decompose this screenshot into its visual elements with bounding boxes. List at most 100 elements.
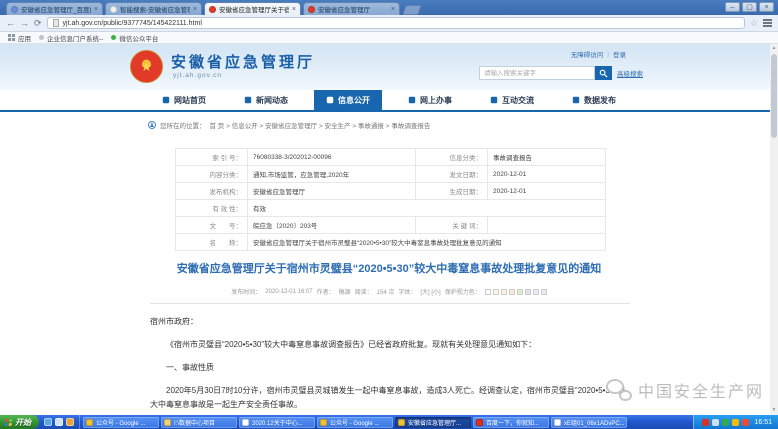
tab-close-icon[interactable]: × <box>94 6 98 13</box>
task-label: 公众号 - Google ... <box>96 418 145 427</box>
author-label: 作者： <box>317 287 335 296</box>
taskbar-task-button[interactable]: 百度一下，你就知... <box>473 417 549 428</box>
maximize-button[interactable]: ▢ <box>742 2 757 12</box>
meta-value: 2020-12-01 <box>488 166 606 183</box>
task-label: 公众号 - Google ... <box>330 418 379 427</box>
wechat-icon <box>606 379 632 401</box>
url-field[interactable]: yjt.ah.gov.cn/public/9377745/145422111.h… <box>47 17 745 29</box>
tab-close-icon[interactable]: × <box>193 6 197 13</box>
start-button[interactable]: 开始 <box>0 415 39 429</box>
tab-title: 安徽省应急管理厅_百度搜 <box>21 4 91 14</box>
breadcrumb-path[interactable]: 首 页 > 信息公开 > 安徽省应急管理厅 > 安全生产 > 事故通报 > 事故… <box>210 120 431 130</box>
task-label: xE组01_06x1ADvPC... <box>564 418 624 427</box>
nav-item[interactable]: 数据发布 <box>560 90 628 110</box>
watermark: 中国安全生产网 <box>606 378 764 402</box>
meta-value: 事故调查报告 <box>488 149 606 166</box>
meta-table-body: 索 引 号： 76080338-3/202012-00096 信息分类： 事故调… <box>176 149 606 251</box>
nav-item[interactable]: 信息公开 <box>314 90 382 110</box>
browser-tab[interactable]: 安徽省应急管理厅关于宿 × <box>204 2 301 15</box>
nav-item[interactable]: 网上办事 <box>396 90 464 110</box>
eye-color-swatch[interactable] <box>525 289 531 295</box>
tab-title: 安徽省应急管理厅 <box>318 4 388 14</box>
scroll-up-icon[interactable]: ▲ <box>770 44 778 53</box>
tab-close-icon[interactable]: × <box>292 6 296 13</box>
site-domain: yjt.ah.gov.cn <box>173 72 222 79</box>
forward-icon[interactable]: → <box>20 19 29 28</box>
input-method-icon[interactable] <box>732 419 739 426</box>
eye-color-swatch[interactable] <box>517 289 523 295</box>
scroll-down-icon[interactable]: ▼ <box>770 406 778 415</box>
page-scrollbar[interactable]: ▲ ▼ <box>770 44 778 415</box>
news-icon <box>244 96 252 104</box>
font-size-buttons[interactable]: [大] [小] <box>420 287 440 296</box>
minimize-button[interactable]: – <box>725 2 740 12</box>
volume-icon[interactable] <box>712 419 719 426</box>
browser-menu-icon[interactable] <box>763 19 772 27</box>
tab-close-icon[interactable]: × <box>391 6 395 13</box>
meta-value: 76080338-3/202012-00096 <box>248 149 416 166</box>
accessibility-link[interactable]: 无障碍访问 <box>571 49 604 59</box>
browser-tab[interactable]: 安徽省应急管理厅_百度搜 × <box>6 2 103 15</box>
eye-color-swatch[interactable] <box>493 289 499 295</box>
meta-value: 安徽省应急管理厅关于宿州市灵璧县“2020•5•30”较大中毒窒息事故处理批复意… <box>248 234 606 251</box>
author: 稿源 <box>339 287 351 296</box>
eye-color-swatch[interactable] <box>509 289 515 295</box>
search-button[interactable] <box>595 66 612 80</box>
eye-color-swatch[interactable] <box>501 289 507 295</box>
back-icon[interactable]: ← <box>6 19 15 28</box>
location-person-icon: ♟ <box>148 121 156 129</box>
meta-row: 文 号： 皖应急〔2020〕203号 关 键 词： <box>176 217 606 234</box>
eye-color-swatch[interactable] <box>541 289 547 295</box>
nav-item[interactable]: 新闻动态 <box>232 90 300 110</box>
tab-strip: 安徽省应急管理厅_百度搜 × 智能搜索-安徽省应急管理 × 安徽省应急管理厅关于… <box>6 2 420 15</box>
eye-protect-label: 保护视力色： <box>445 287 481 296</box>
bookmark-star-icon[interactable]: ☆ <box>750 19 758 28</box>
content-divider <box>150 303 630 304</box>
login-link[interactable]: 登录 <box>613 49 626 59</box>
advanced-search-link[interactable]: 高级搜索 <box>617 68 643 78</box>
reload-icon[interactable]: ⟳ <box>34 19 42 28</box>
article-paragraph: 宿州市政府： <box>150 315 630 329</box>
bookmark-label: 企业信息门户系统-- <box>47 33 103 43</box>
browser-tab[interactable]: 智能搜索-安徽省应急管理 × <box>105 2 202 15</box>
taskbar-task-button[interactable]: I:\数据中心项目 <box>161 417 237 428</box>
show-desktop-icon[interactable] <box>55 418 63 426</box>
meta-label: 信息分类： <box>416 149 488 166</box>
tab-favicon <box>308 6 315 13</box>
taskbar-task-button[interactable]: xE组01_06x1ADvPC... <box>551 417 627 428</box>
scrollbar-thumb[interactable] <box>771 54 777 138</box>
ie-icon[interactable] <box>44 418 52 426</box>
taskbar-task-button[interactable]: 安徽省应急管理厅... <box>395 417 471 428</box>
site-title: 安徽省应急管理厅 <box>171 51 315 72</box>
meta-row: 有 效 性： 有效 <box>176 200 606 217</box>
bookmark-item[interactable]: 企业信息门户系统-- <box>39 33 103 43</box>
update-icon[interactable] <box>742 419 749 426</box>
site-header: ★ 安徽省应急管理厅 yjt.ah.gov.cn 无障碍访问 | 登录 高级搜索 <box>0 44 778 90</box>
bookmark-item[interactable]: 微信公众平台 <box>111 33 158 43</box>
nav-item[interactable]: 网站首页 <box>150 90 218 110</box>
info-disclosure-icon <box>326 96 334 104</box>
new-tab-button[interactable] <box>402 5 422 15</box>
media-player-icon[interactable] <box>66 418 74 426</box>
taskbar-task-button[interactable]: 2020.12关于中心... <box>239 417 315 428</box>
task-buttons: 公众号 - Google ... I:\数据中心项目 2020.12关于中心..… <box>80 415 693 429</box>
article-paragraph: 《宿州市灵璧县“2020•5•30”较大中毒窒息事故调查报告》已经省政府批复。现… <box>150 338 630 352</box>
windows-logo-icon <box>5 419 13 426</box>
eye-color-swatch[interactable] <box>485 289 491 295</box>
meta-label: 名 称： <box>176 234 248 251</box>
article-meta-line: 发布时间：2020-12-01 16:07 作者：稿源 阅读：154 次 字体：… <box>89 287 689 296</box>
network-icon[interactable] <box>722 419 729 426</box>
meta-value: 2020-12-01 <box>488 183 606 200</box>
taskbar-task-button[interactable]: 公众号 - Google ... <box>317 417 393 428</box>
antivirus-icon[interactable] <box>702 419 709 426</box>
nav-item[interactable]: 互动交流 <box>478 90 546 110</box>
views-label: 阅读： <box>355 287 373 296</box>
browser-tab[interactable]: 安徽省应急管理厅 × <box>303 2 400 15</box>
tab-title: 智能搜索-安徽省应急管理 <box>120 4 190 14</box>
search-input[interactable] <box>479 66 595 80</box>
eye-color-swatch[interactable] <box>533 289 539 295</box>
taskbar-task-button[interactable]: 公众号 - Google ... <box>83 417 159 428</box>
breadcrumb: ♟ 您所在的位置： 首 页 > 信息公开 > 安徽省应急管理厅 > 安全生产 >… <box>148 120 430 130</box>
close-button[interactable]: × <box>759 2 774 12</box>
apps-button[interactable]: 应用 <box>8 33 31 43</box>
